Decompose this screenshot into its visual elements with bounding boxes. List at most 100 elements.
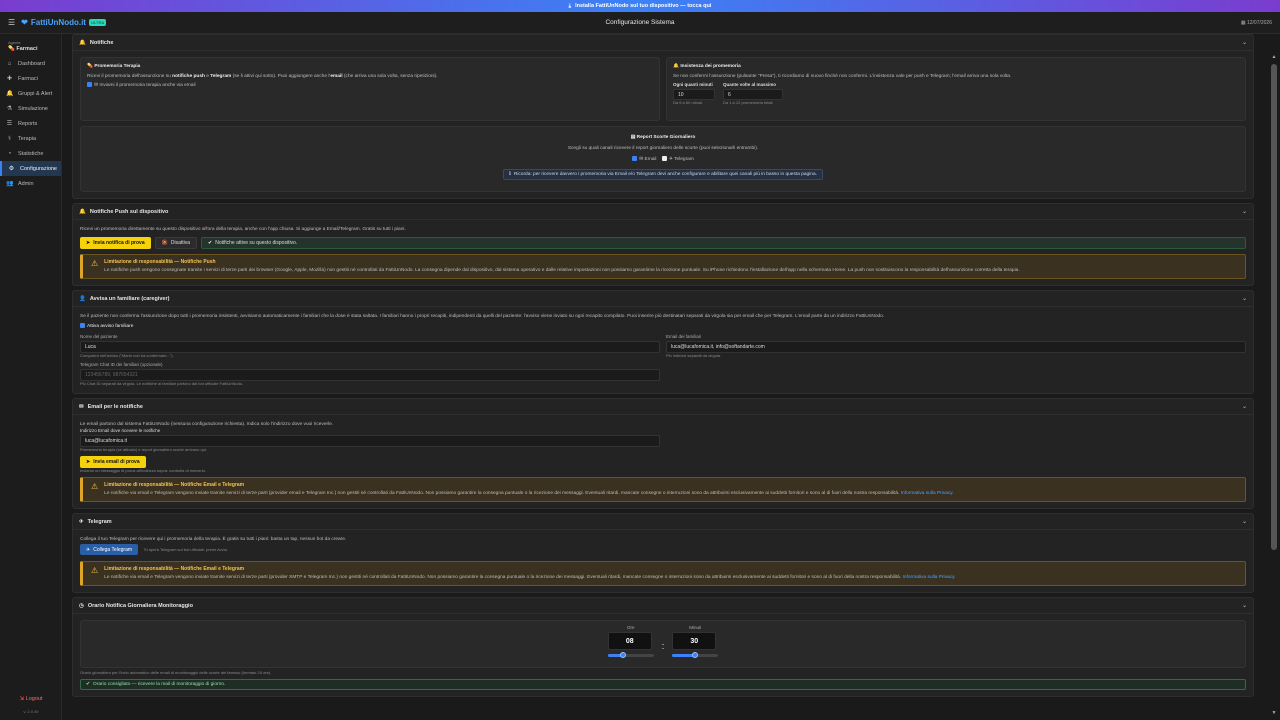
max-input[interactable]: 6: [723, 89, 783, 100]
telegram-disclaimer: ⚠ Limitazione di responsabilità — Notifi…: [80, 561, 1246, 586]
sidebar-item-statistiche[interactable]: ◔ Statistiche: [0, 146, 61, 161]
sidebar-item-gruppi[interactable]: 🔔 Gruppi & Alert: [0, 86, 61, 101]
email-header[interactable]: ✉ Email per le notifiche ⌄: [73, 399, 1253, 415]
interval-input[interactable]: 10: [673, 89, 715, 100]
send-icon: ➤: [86, 459, 91, 465]
slider-handle[interactable]: [619, 652, 626, 658]
checkbox-checked[interactable]: [87, 82, 92, 88]
scroll-up-icon[interactable]: ▲: [1270, 54, 1278, 60]
therapy-icon: ⚕: [7, 136, 12, 142]
minutes-input[interactable]: 30: [672, 632, 717, 650]
checkbox-label: Attiva avviso familiare: [87, 324, 134, 329]
checkbox-unchecked[interactable]: [661, 156, 667, 162]
patient-name-hint: Comparirà nell'avviso ("Mario non ha con…: [80, 353, 174, 358]
slider-handle[interactable]: [692, 652, 699, 658]
family-email-input[interactable]: luca@lucafomica.it, info@softandarte.com: [666, 341, 1246, 353]
minutes-slider[interactable]: [672, 652, 719, 658]
info-icon: ℹ: [509, 172, 511, 177]
report-telegram-checkbox[interactable]: ✈ Telegram: [661, 156, 694, 162]
privacy-link[interactable]: Informativa sulla Privacy.: [901, 491, 954, 496]
tip-text: Orario consigliato — ricevere la mail di…: [93, 682, 226, 687]
connect-telegram-button[interactable]: ✈ Collega Telegram: [80, 544, 139, 555]
minutes-label: Minuti: [689, 625, 702, 630]
section-title: Telegram: [87, 518, 112, 525]
insistenza-description: Se non confermi l'assunzione (pulsante "…: [673, 74, 1012, 79]
text-strong: notifiche push: [172, 74, 205, 79]
brand-logo[interactable]: ❤ FattiUnNodo.it ULTRA: [21, 18, 107, 27]
telegram-chatid-input[interactable]: 123456789, 987654321: [80, 369, 660, 381]
hours-input[interactable]: 08: [607, 632, 652, 650]
date-display: ▦ 12/07/2026: [1241, 20, 1272, 26]
scrollbar[interactable]: ▲ ▼: [1270, 34, 1278, 720]
chevron-down-icon[interactable]: ⌄: [1242, 295, 1247, 302]
warning-icon: ⚠: [91, 259, 99, 268]
home-icon: ⌂: [7, 60, 12, 67]
checkbox-checked[interactable]: [80, 323, 85, 329]
email-promemoria-checkbox[interactable]: ✉ Inviami il promemoria terapia anche vi…: [87, 82, 653, 89]
sidebar-context[interactable]: Agente 💊 Farmaci: [0, 34, 61, 56]
install-banner-text: Installa FattiUnNodo sul tuo dispositivo…: [575, 3, 712, 9]
chevron-down-icon[interactable]: ⌄: [1242, 403, 1247, 410]
push-card: 🔔 Notifiche Push sul dispositivo ⌄ Ricevi …: [72, 203, 1254, 286]
telegram-header[interactable]: ✈ Telegram ⌄: [73, 514, 1253, 530]
notifiche-header[interactable]: 🔔 Notifiche ⌄: [73, 35, 1253, 51]
info-text: Ricorda: per ricevere davvero i promemor…: [513, 172, 817, 177]
caregiver-card: 👤 Avvisa un familiare (caregiver) ⌄ Se il …: [72, 290, 1254, 394]
context-label: Agente: [8, 40, 21, 45]
panel-title: Report Scorte Giornaliero: [636, 135, 696, 140]
sidebar-item-dashboard[interactable]: ⌂ Dashboard: [0, 56, 61, 71]
orario-header[interactable]: ◷ Orario Notifica Giornaliera Monitoraggi…: [73, 598, 1253, 614]
chevron-down-icon[interactable]: ⌄: [1242, 602, 1247, 609]
status-text: Notifiche attive su questo dispositivo.: [215, 240, 298, 246]
logout-button[interactable]: ⇲ Logout: [0, 696, 62, 702]
max-label: Quante volte al massimo: [723, 82, 777, 87]
scrollbar-thumb[interactable]: [1271, 64, 1277, 550]
chevron-down-icon[interactable]: ⌄: [1242, 208, 1247, 215]
test-email-button[interactable]: ➤ Invia email di prova: [80, 456, 146, 468]
sidebar-item-configurazione[interactable]: ⚙ Configurazione: [0, 161, 61, 176]
report-email-checkbox[interactable]: ✉ Email: [632, 156, 657, 162]
flask-icon: ⚗: [6, 106, 13, 112]
envelope-icon: ✉: [79, 403, 84, 410]
chart-icon: ◔: [7, 150, 12, 157]
test-push-button[interactable]: ➤ Invia notifica di prova: [80, 237, 151, 249]
install-banner[interactable]: ⤓ Installa FattiUnNodo sul tuo dispositiv…: [0, 0, 1280, 12]
sidebar-item-simulazione[interactable]: ⚗ Simulazione: [0, 101, 61, 116]
patient-name-input[interactable]: Luca: [80, 341, 660, 353]
caregiver-description: Se il paziente non conferma l'assunzione…: [80, 314, 885, 319]
chevron-down-icon[interactable]: ⌄: [1242, 39, 1247, 46]
report-panel: ▤ Report Scorte Giornaliero Scegli su qu…: [80, 126, 1246, 192]
privacy-link[interactable]: Informativa sulla Privacy.: [903, 575, 956, 580]
sidebar-item-label: Gruppi & Alert: [18, 90, 53, 97]
checkbox-label: Email: [644, 157, 657, 162]
checkbox-label: Inviami il promemoria terapia anche via …: [99, 83, 196, 88]
scroll-down-icon[interactable]: ▼: [1270, 710, 1278, 716]
sidebar-item-reports[interactable]: ☰ Reports: [0, 116, 61, 131]
check-circle-icon: ✔: [208, 240, 213, 246]
patient-name-label: Nome del paziente: [80, 334, 118, 339]
test-email-hint: Inviamo un messaggio di prova all'indiri…: [80, 468, 206, 473]
interval-label: Ogni quanti minuti: [673, 82, 713, 87]
checkbox-checked[interactable]: [632, 156, 638, 162]
sidebar-item-terapia[interactable]: ⚕ Terapia: [0, 131, 61, 146]
user-icon: 👤: [79, 295, 86, 302]
sidebar-item-farmaci[interactable]: ✚ Farmaci: [0, 71, 61, 86]
section-title: Notifiche Push sul dispositivo: [89, 208, 169, 215]
text-part: Ricevi il promemoria dell'assunzione su: [87, 74, 173, 79]
users-icon: 👥: [6, 181, 14, 187]
section-title: Orario Notifica Giornaliera Monitoraggio: [87, 602, 193, 609]
email-description: Le email partono dal sistema FattiUnNodo…: [80, 422, 334, 427]
sidebar-item-admin[interactable]: 👥 Admin: [0, 176, 61, 191]
push-header[interactable]: 🔔 Notifiche Push sul dispositivo ⌄: [73, 204, 1253, 220]
orario-tip: ✔ Orario consigliato — ricevere la mail d…: [80, 679, 1246, 690]
disable-push-button[interactable]: 🔕 Disattiva: [154, 237, 198, 249]
email-address-input[interactable]: luca@lucafomica.it: [80, 435, 660, 447]
hours-slider[interactable]: [607, 652, 654, 658]
menu-icon[interactable]: ☰: [8, 18, 15, 27]
warning-icon: ⚠: [91, 566, 99, 575]
caregiver-checkbox[interactable]: Attiva avviso familiare: [80, 323, 1246, 330]
medicine-icon: ✚: [6, 76, 13, 82]
context-value: Farmaci: [16, 46, 38, 52]
chevron-down-icon[interactable]: ⌄: [1242, 518, 1247, 525]
caregiver-header[interactable]: 👤 Avvisa un familiare (caregiver) ⌄: [73, 291, 1253, 307]
